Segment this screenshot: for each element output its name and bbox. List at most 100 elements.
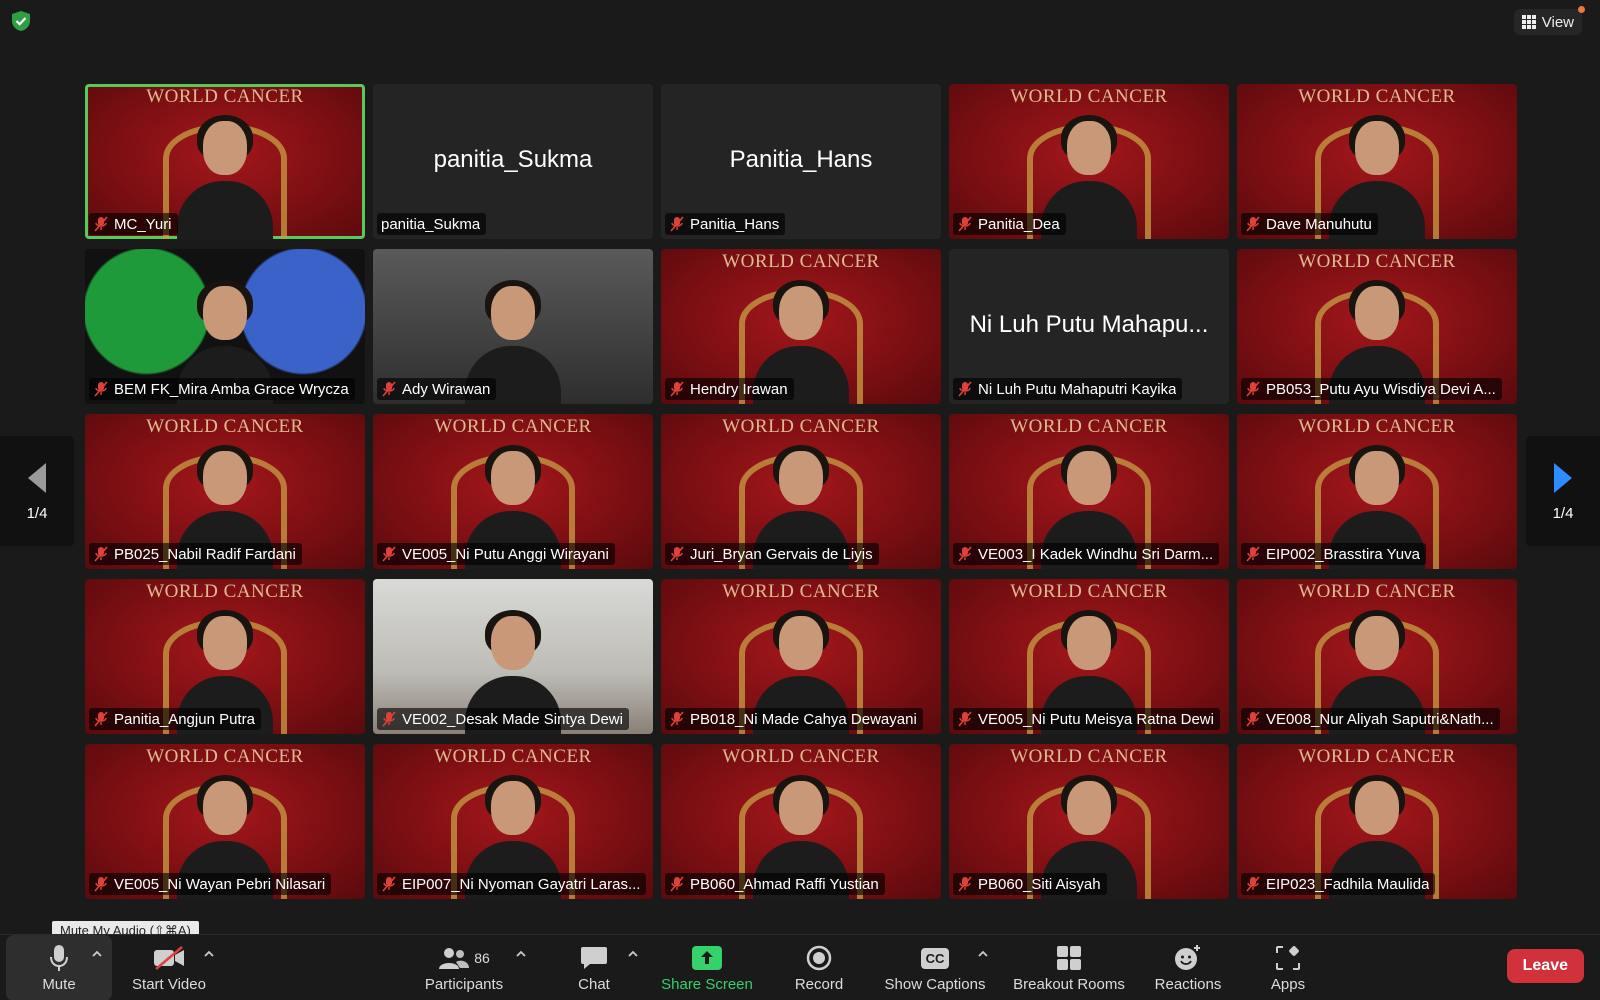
participant-name-tag: panitia_Sukma bbox=[377, 213, 487, 235]
breakout-rooms-button[interactable]: Breakout Rooms bbox=[1010, 935, 1128, 1000]
participant-tile[interactable]: PB053_Putu Ayu Wisdiya Devi A... bbox=[1237, 249, 1517, 404]
next-page-button[interactable]: 1/4 bbox=[1526, 436, 1600, 546]
view-button[interactable]: View bbox=[1513, 6, 1585, 35]
participant-name-tag: Panitia_Dea bbox=[953, 213, 1066, 235]
triangle-right-icon bbox=[1554, 462, 1572, 493]
reactions-button[interactable]: Reactions bbox=[1150, 935, 1226, 1000]
participant-video bbox=[177, 115, 273, 239]
participant-tile[interactable]: EIP023_Fadhila Maulida bbox=[1237, 744, 1517, 899]
participant-tile[interactable]: PB060_Siti Aisyah bbox=[949, 744, 1229, 899]
participants-count: 86 bbox=[474, 950, 490, 966]
participant-name: Hendry Irawan bbox=[690, 380, 788, 398]
participant-tile[interactable]: PB025_Nabil Radif Fardani bbox=[85, 414, 365, 569]
participant-name: BEM FK_Mira Amba Grace Wrycza bbox=[114, 380, 349, 398]
participant-tile[interactable]: Hendry Irawan bbox=[661, 249, 941, 404]
participant-name-tag: EIP023_Fadhila Maulida bbox=[1241, 873, 1436, 895]
previous-page-button[interactable]: 1/4 bbox=[0, 436, 74, 546]
participant-tile[interactable]: PB060_Ahmad Raffi Yustian bbox=[661, 744, 941, 899]
view-label: View bbox=[1541, 13, 1574, 31]
participant-tile[interactable]: Panitia_Dea bbox=[949, 84, 1229, 239]
participant-tile[interactable]: panitia_Sukma panitia_Sukma bbox=[373, 84, 653, 239]
reaction-smiley-icon bbox=[1175, 945, 1200, 970]
muted-microphone-icon bbox=[669, 876, 685, 892]
participants-button[interactable]: 86 Participants bbox=[414, 935, 514, 1000]
participant-name-tag: VE002_Desak Made Sintya Dewi bbox=[377, 708, 629, 730]
record-button[interactable]: Record bbox=[786, 935, 852, 1000]
leave-button[interactable]: Leave bbox=[1506, 949, 1584, 983]
mute-button[interactable]: Mute bbox=[6, 935, 112, 1000]
participant-name: Panitia_Dea bbox=[978, 215, 1060, 233]
muted-microphone-icon bbox=[381, 876, 397, 892]
top-bar: View bbox=[0, 0, 1600, 44]
participant-display-name: panitia_Sukma bbox=[433, 146, 593, 173]
muted-microphone-icon bbox=[381, 711, 397, 727]
muted-microphone-icon bbox=[669, 381, 685, 397]
muted-microphone-icon bbox=[93, 216, 109, 232]
participant-name-tag: PB025_Nabil Radif Fardani bbox=[89, 543, 302, 565]
share-screen-icon bbox=[692, 946, 722, 970]
participant-name: MC_Yuri bbox=[114, 215, 172, 233]
participant-name-tag: VE005_Ni Putu Anggi Wirayani bbox=[377, 543, 615, 565]
video-off-icon bbox=[154, 946, 184, 970]
show-captions-button[interactable]: CC Show Captions bbox=[878, 935, 992, 1000]
participant-name-tag: VE008_Nur Aliyah Saputri&Nath... bbox=[1241, 708, 1500, 730]
breakout-rooms-label: Breakout Rooms bbox=[1013, 976, 1125, 993]
participant-name: EIP007_Ni Nyoman Gayatri Laras... bbox=[402, 875, 641, 893]
participants-options-caret-icon[interactable] bbox=[514, 947, 528, 961]
participant-tile[interactable]: EIP002_Brasstira Yuva bbox=[1237, 414, 1517, 569]
participant-name-tag: VE005_Ni Wayan Pebri Nilasari bbox=[89, 873, 332, 895]
audio-options-caret-icon[interactable] bbox=[90, 947, 104, 961]
start-video-label: Start Video bbox=[132, 976, 206, 993]
participant-tile[interactable]: PB018_Ni Made Cahya Dewayani bbox=[661, 579, 941, 734]
participant-tile[interactable]: VE008_Nur Aliyah Saputri&Nath... bbox=[1237, 579, 1517, 734]
participant-tile[interactable]: Juri_Bryan Gervais de Liyis bbox=[661, 414, 941, 569]
participant-name: Juri_Bryan Gervais de Liyis bbox=[690, 545, 873, 563]
muted-microphone-icon bbox=[1245, 216, 1261, 232]
participant-name-tag: Panitia_Angjun Putra bbox=[89, 708, 261, 730]
apps-button[interactable]: Apps bbox=[1264, 935, 1312, 1000]
participant-tile[interactable]: Dave Manuhutu bbox=[1237, 84, 1517, 239]
security-shield-icon[interactable] bbox=[10, 10, 32, 32]
participant-name-tag: BEM FK_Mira Amba Grace Wrycza bbox=[89, 378, 355, 400]
share-screen-button[interactable]: Share Screen bbox=[654, 935, 760, 1000]
participant-tile[interactable]: Ni Luh Putu Mahapu... Ni Luh Putu Mahaput… bbox=[949, 249, 1229, 404]
participant-name-tag: VE003_I Kadek Windhu Sri Darm... bbox=[953, 543, 1220, 565]
captions-options-caret-icon[interactable] bbox=[976, 947, 990, 961]
participant-tile[interactable]: VE003_I Kadek Windhu Sri Darm... bbox=[949, 414, 1229, 569]
participant-display-name: Ni Luh Putu Mahapu... bbox=[969, 311, 1209, 338]
participant-name-tag: VE005_Ni Putu Meisya Ratna Dewi bbox=[953, 708, 1220, 730]
participant-tile[interactable]: Ady Wirawan bbox=[373, 249, 653, 404]
participant-name: VE005_Ni Putu Meisya Ratna Dewi bbox=[978, 710, 1214, 728]
participant-name: Dave Manuhutu bbox=[1266, 215, 1372, 233]
participant-name-tag: Hendry Irawan bbox=[665, 378, 794, 400]
start-video-button[interactable]: Start Video bbox=[122, 935, 216, 1000]
participant-name: VE008_Nur Aliyah Saputri&Nath... bbox=[1266, 710, 1494, 728]
participant-tile[interactable]: BEM FK_Mira Amba Grace Wrycza bbox=[85, 249, 365, 404]
grid-view-icon bbox=[1521, 15, 1536, 29]
participant-name: PB060_Siti Aisyah bbox=[978, 875, 1101, 893]
participant-name-tag: Panitia_Hans bbox=[665, 213, 786, 235]
chat-options-caret-icon[interactable] bbox=[626, 947, 640, 961]
participant-name-tag: Dave Manuhutu bbox=[1241, 213, 1378, 235]
muted-microphone-icon bbox=[957, 546, 973, 562]
participant-name: PB025_Nabil Radif Fardani bbox=[114, 545, 296, 563]
participant-name: EIP023_Fadhila Maulida bbox=[1266, 875, 1430, 893]
muted-microphone-icon bbox=[93, 546, 109, 562]
record-icon bbox=[806, 945, 832, 971]
video-options-caret-icon[interactable] bbox=[202, 947, 216, 961]
participant-tile[interactable]: VE002_Desak Made Sintya Dewi bbox=[373, 579, 653, 734]
participant-name: VE002_Desak Made Sintya Dewi bbox=[402, 710, 623, 728]
participant-tile[interactable]: EIP007_Ni Nyoman Gayatri Laras... bbox=[373, 744, 653, 899]
breakout-rooms-icon bbox=[1057, 946, 1081, 970]
participant-name-tag: Ady Wirawan bbox=[377, 378, 497, 400]
share-screen-label: Share Screen bbox=[661, 976, 753, 993]
participant-tile[interactable]: Panitia_Angjun Putra bbox=[85, 579, 365, 734]
participant-tile[interactable]: VE005_Ni Putu Anggi Wirayani bbox=[373, 414, 653, 569]
participant-tile[interactable]: MC_Yuri bbox=[85, 84, 365, 239]
chat-button[interactable]: Chat bbox=[568, 935, 620, 1000]
participant-tile[interactable]: Panitia_Hans Panitia_Hans bbox=[661, 84, 941, 239]
participant-tile[interactable]: VE005_Ni Wayan Pebri Nilasari bbox=[85, 744, 365, 899]
participant-tile[interactable]: VE005_Ni Putu Meisya Ratna Dewi bbox=[949, 579, 1229, 734]
muted-microphone-icon bbox=[93, 876, 109, 892]
muted-microphone-icon bbox=[1245, 876, 1261, 892]
